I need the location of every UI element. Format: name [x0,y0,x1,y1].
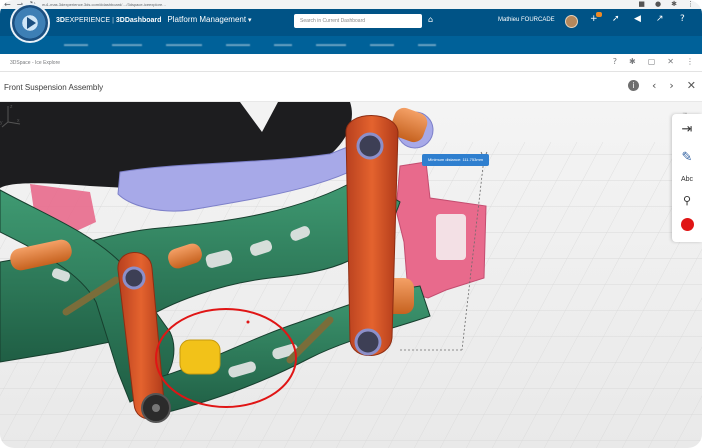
pen-icon[interactable]: ✎ [672,150,702,165]
tool-palette: ⇥ ✎ Abc ⚲ [672,114,702,242]
help-icon[interactable]: ? [680,14,685,24]
brand-experience: EXPERIENCE [64,17,111,24]
viewer-header: Front Suspension Assembly i ‹ › ✕ [0,72,702,102]
communicate-icon[interactable]: ◀ [634,14,641,24]
help-icon[interactable]: ? [613,57,617,66]
apps-icon[interactable]: ↗ [656,14,664,24]
user-name[interactable]: Mathieu FOURCADE [498,17,555,23]
widget-title: 3DSpace - Ice Explore [10,60,61,66]
browser-url[interactable]: eu1-mas.3dexperience.3ds.com/#dashboard/… [42,2,402,7]
dashboard-tab[interactable]: ▬▬▬▬ [370,42,394,48]
search-input[interactable]: Search in Current Dashboard [294,14,422,28]
dashboard-tab-strip: ▬▬▬▬ ▬▬▬▬▬ ▬▬▬▬▬▬ ▬▬▬▬ ▬▬▬ ▬▬▬▬▬ ▬▬▬▬ ▬▬… [0,36,702,54]
tall-link-pivot[interactable] [354,328,382,356]
close-icon[interactable]: ✕ [667,57,674,66]
short-link-pivot[interactable] [122,266,146,290]
axis-z-label: z [10,104,13,110]
more-icon[interactable]: ⋮ [686,57,694,66]
share-icon[interactable]: ➚ [612,14,620,24]
maximize-icon[interactable]: ▢ [648,57,656,66]
notification-badge [596,12,602,17]
chevron-down-icon[interactable]: ▾ [248,17,252,24]
platform-top-bar: 3DEXPERIENCE | 3DDashboard Platform Manage… [0,9,702,36]
extension-icon[interactable]: ● [655,0,661,9]
tag-icon[interactable]: ⌂ [428,15,433,24]
color-swatch[interactable] [681,218,694,231]
browser-back-icon[interactable]: ← [4,0,11,9]
next-icon[interactable]: › [669,80,673,92]
dashboard-tab[interactable]: ▬▬▬ [274,42,292,48]
annotation-dot [246,320,250,324]
axis-y-label: y [0,120,3,126]
browser-extensions: ■ ● ✱ ⋮ [638,0,694,9]
measurement-label[interactable]: Minimum distance: 111.753mm [422,154,489,166]
previous-icon[interactable]: ‹ [652,80,656,92]
dashboard-tab[interactable]: ▬▬▬▬▬▬ [166,42,202,48]
browser-menu-icon[interactable]: ⋮ [687,0,694,9]
platform-brand[interactable]: 3DEXPERIENCE | 3DDashboard Platform Manage… [56,15,252,24]
brand-app-name: Platform Management [167,15,247,24]
brand-3d: 3D [56,17,65,24]
close-icon[interactable]: ✕ [687,80,696,92]
info-icon[interactable]: i [627,80,639,91]
bracket-window [436,214,466,260]
browser-address-bar: ← → ↻ eu1-mas.3dexperience.3ds.com/#dash… [0,0,702,9]
viewer-nav: i ‹ › ✕ [627,80,696,92]
widget-header: 3DSpace - Ice Explore ? ✱ ▢ ✕ ⋮ [0,54,702,72]
dashboard-tab[interactable]: ▬▬▬▬ [64,42,88,48]
3d-viewport[interactable]: ⤢ z x y [0,102,702,448]
axis-triad: z x y [0,104,21,128]
extension-icon[interactable]: ✱ [671,0,677,9]
dashboard-tab[interactable]: ▬▬▬▬▬ [316,42,346,48]
play-icon [27,17,36,29]
axis-x-label: x [17,118,20,124]
dashboard-tab[interactable]: ▬▬▬ [418,42,436,48]
dashboard-tab[interactable]: ▬▬▬▬ [226,42,250,48]
widget-toolbar: ? ✱ ▢ ✕ ⋮ [613,57,694,66]
text-tool-icon[interactable]: Abc [672,176,702,183]
exit-icon[interactable]: ⇥ [672,122,702,137]
brand-dashboard: 3DDashboard [115,17,162,24]
extension-icon[interactable]: ■ [638,0,645,9]
tall-link-pivot[interactable] [356,132,384,160]
compass-icon[interactable] [10,3,50,43]
dashboard-tab[interactable]: ▬▬▬▬▬ [112,42,142,48]
page-title: Front Suspension Assembly [4,83,104,92]
lower-pivot-bolt [152,404,160,412]
3d-scene[interactable] [0,102,702,448]
avatar[interactable] [565,15,578,28]
app-window: ← → ↻ eu1-mas.3dexperience.3ds.com/#dash… [0,0,702,448]
settings-icon[interactable]: ✱ [629,57,636,66]
highlighted-bushing[interactable] [179,339,221,375]
eraser-icon[interactable]: ⚲ [672,194,702,207]
